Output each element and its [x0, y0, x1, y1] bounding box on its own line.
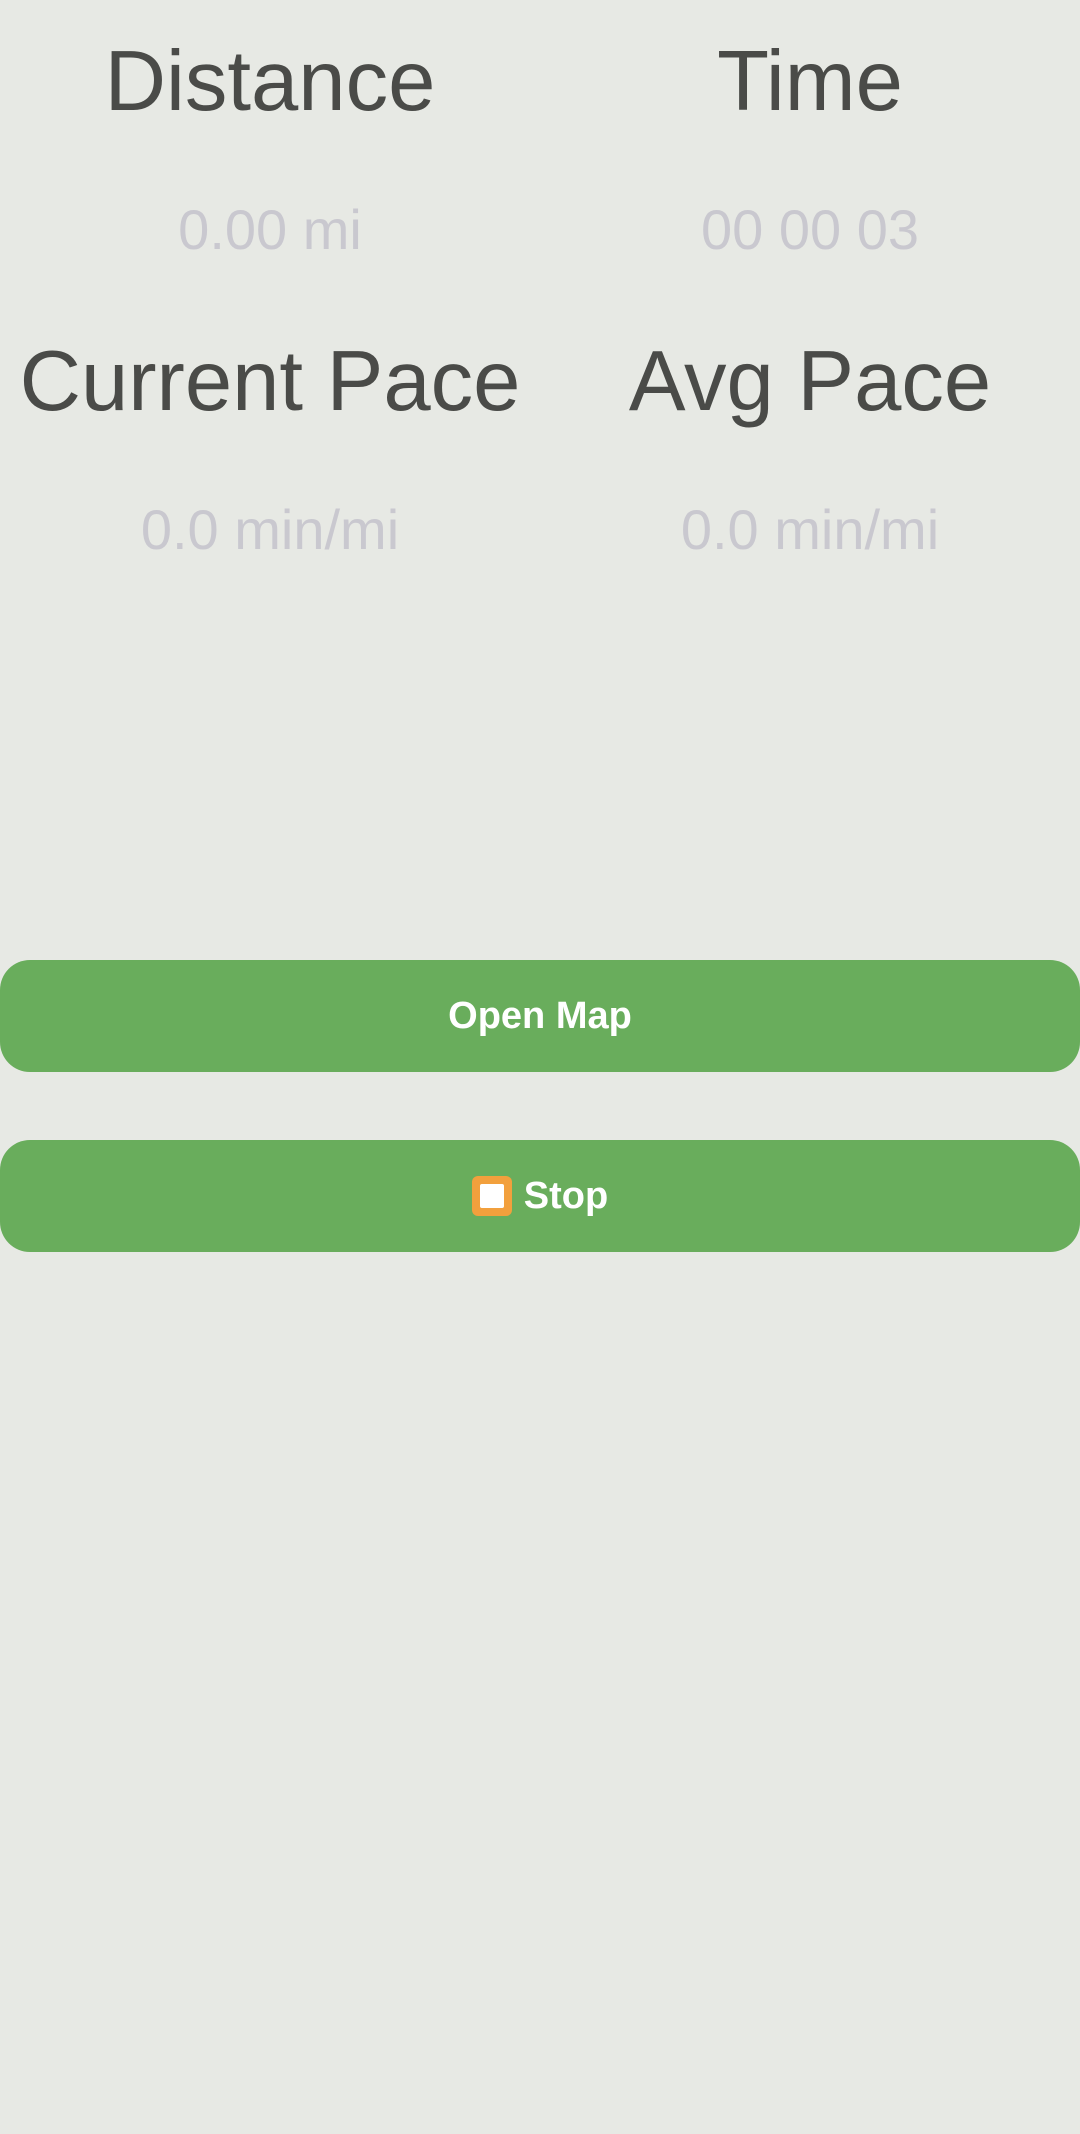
distance-label: Distance	[104, 34, 436, 129]
stop-button-label: Stop	[523, 1174, 609, 1217]
current-pace-value: 0.0 min/mi	[140, 498, 400, 561]
stop-square-icon	[471, 1176, 512, 1216]
avg-pace-label: Avg Pace	[628, 334, 992, 429]
open-map-button[interactable]: Open Map	[0, 960, 1080, 1072]
time-value: 00 00 03	[701, 198, 919, 261]
distance-value: 0.00 mi	[178, 198, 362, 261]
avg-pace-value: 0.0 min/mi	[680, 498, 940, 561]
current-pace-label: Current Pace	[19, 334, 521, 429]
time-label: Time	[717, 34, 903, 129]
stop-button[interactable]: Stop	[0, 1140, 1080, 1252]
open-map-button-label: Open Map	[448, 994, 632, 1037]
